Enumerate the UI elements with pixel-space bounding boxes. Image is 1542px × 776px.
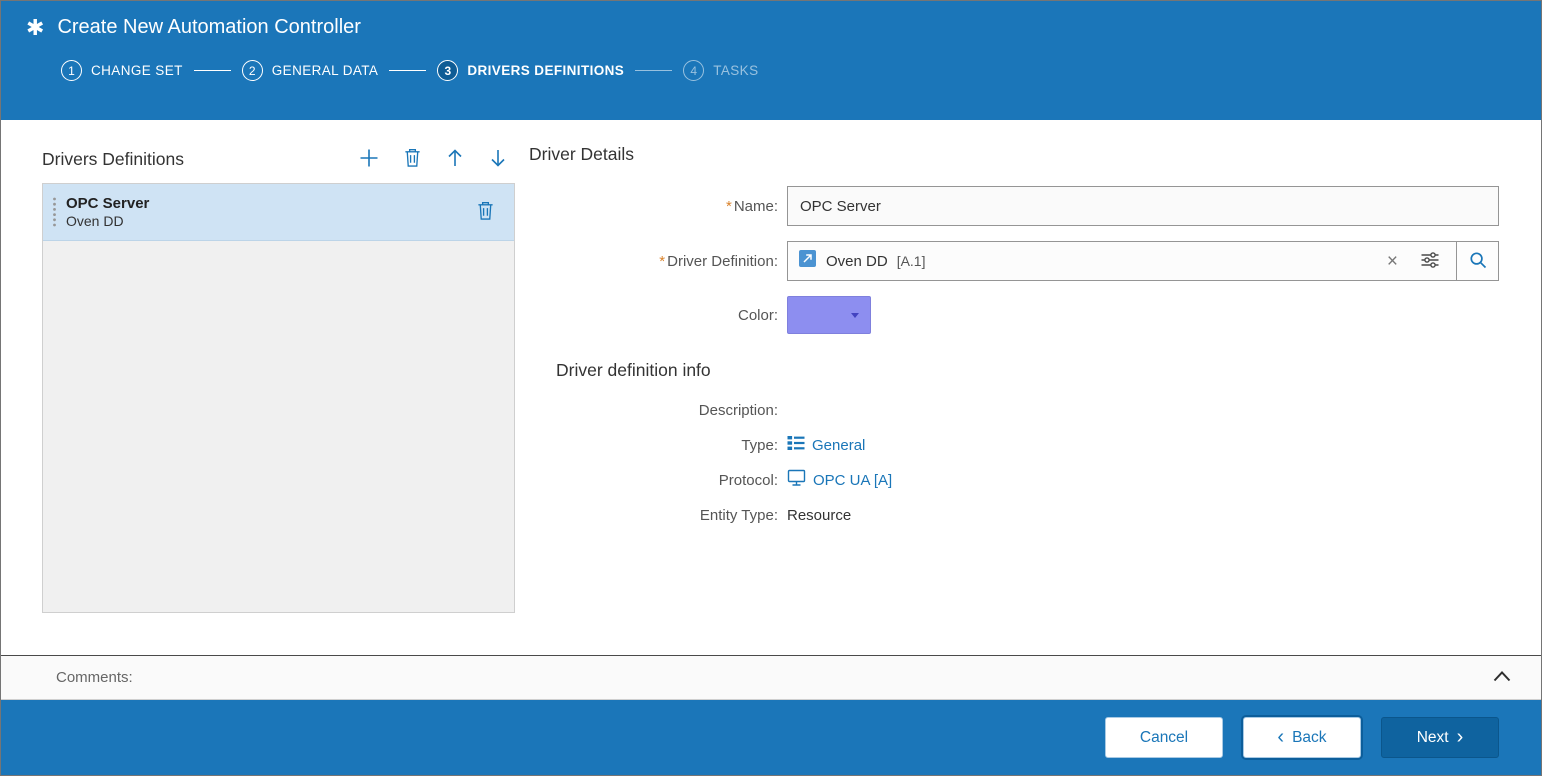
drag-handle[interactable] — [45, 196, 63, 228]
driver-item-subtitle: Oven DD — [66, 213, 149, 229]
monitor-icon — [787, 469, 806, 491]
type-row: Type: General — [529, 433, 1499, 457]
step-2-circle: 2 — [242, 60, 263, 81]
page-title: Create New Automation Controller — [57, 16, 360, 39]
main-content: Drivers Definitions — [1, 120, 1541, 655]
comments-label: Comments: — [56, 669, 133, 686]
color-row: Color: — [529, 296, 1499, 334]
step-tasks: 4 TASKS — [683, 60, 758, 81]
cancel-button[interactable]: Cancel — [1105, 717, 1223, 758]
entity-type-value: Resource — [787, 507, 851, 524]
item-delete-button[interactable] — [476, 200, 495, 224]
wizard-header: ✱ Create New Automation Controller 1 CHA… — [1, 1, 1541, 120]
list-type-icon — [787, 435, 805, 455]
step-3-label: DRIVERS DEFINITIONS — [467, 63, 624, 78]
protocol-value: OPC UA [A] — [813, 472, 892, 489]
back-button[interactable]: ‹ Back — [1243, 717, 1361, 758]
driver-details-title: Driver Details — [529, 144, 1499, 165]
driver-definition-row: *Driver Definition: Oven DD [A.1] × — [529, 241, 1499, 281]
step-connector — [389, 70, 426, 71]
driver-definition-revision: [A.1] — [897, 253, 926, 269]
driver-definition-info-title: Driver definition info — [556, 360, 1499, 381]
sliders-icon — [1420, 251, 1440, 272]
next-button-label: Next — [1417, 729, 1449, 747]
chevron-left-icon: ‹ — [1277, 727, 1284, 747]
driver-definition-value: Oven DD — [826, 253, 888, 270]
clear-icon[interactable]: × — [1380, 252, 1405, 271]
chevron-right-icon: › — [1457, 727, 1464, 747]
comments-bar: Comments: — [1, 655, 1541, 700]
color-picker-button[interactable] — [787, 296, 871, 334]
search-icon — [1468, 250, 1488, 273]
driver-list-item-selected[interactable]: OPC Server Oven DD — [43, 184, 514, 241]
driver-details-panel: Driver Details *Name: *Driver Definition… — [515, 144, 1541, 655]
description-row: Description: — [529, 398, 1499, 422]
drivers-toolbar — [357, 147, 515, 171]
driver-item-name: OPC Server — [66, 195, 149, 212]
revision-item-icon — [798, 249, 817, 273]
drivers-panel-header: Drivers Definitions — [42, 144, 515, 174]
chevron-up-icon — [1493, 670, 1511, 685]
filter-settings-button[interactable] — [1414, 251, 1446, 272]
drivers-panel-title: Drivers Definitions — [42, 149, 184, 170]
asterisk-icon: ✱ — [26, 17, 44, 39]
comments-collapse-button[interactable] — [1489, 666, 1515, 689]
driver-definition-picker: Oven DD [A.1] × — [787, 241, 1499, 281]
protocol-value-link[interactable]: OPC UA [A] — [787, 469, 892, 491]
entity-type-label: Entity Type: — [529, 507, 787, 524]
step-connector — [194, 70, 231, 71]
wizard-footer: Cancel ‹ Back Next › — [1, 700, 1541, 775]
wizard-title-row: ✱ Create New Automation Controller — [26, 16, 1541, 39]
name-label: *Name: — [529, 198, 787, 215]
trash-icon — [403, 147, 422, 171]
driver-item-text: OPC Server Oven DD — [66, 195, 149, 229]
type-value-link[interactable]: General — [787, 435, 865, 455]
step-change-set[interactable]: 1 CHANGE SET — [61, 60, 183, 81]
step-4-label: TASKS — [713, 63, 758, 78]
move-down-button[interactable] — [486, 147, 510, 171]
drivers-definitions-panel: Drivers Definitions — [42, 144, 515, 655]
step-general-data[interactable]: 2 GENERAL DATA — [242, 60, 379, 81]
arrow-up-icon — [446, 148, 464, 171]
name-input[interactable] — [787, 186, 1499, 226]
move-up-button[interactable] — [443, 147, 467, 171]
trash-icon — [476, 200, 495, 224]
name-row: *Name: — [529, 186, 1499, 226]
required-marker: * — [659, 253, 665, 270]
step-4-circle: 4 — [683, 60, 704, 81]
entity-type-row: Entity Type: Resource — [529, 503, 1499, 527]
description-label: Description: — [529, 402, 787, 419]
color-label: Color: — [529, 307, 787, 324]
type-value: General — [812, 437, 865, 454]
arrow-down-icon — [489, 148, 507, 171]
delete-driver-button[interactable] — [400, 147, 424, 171]
wizard-steps: 1 CHANGE SET 2 GENERAL DATA 3 DRIVERS DE… — [61, 60, 1541, 81]
step-1-circle: 1 — [61, 60, 82, 81]
add-driver-button[interactable] — [357, 147, 381, 171]
next-button[interactable]: Next › — [1381, 717, 1499, 758]
cancel-button-label: Cancel — [1140, 729, 1188, 747]
protocol-row: Protocol: OPC UA [A] — [529, 468, 1499, 492]
plus-icon — [358, 147, 380, 172]
search-button[interactable] — [1456, 242, 1498, 280]
type-label: Type: — [529, 437, 787, 454]
back-button-label: Back — [1292, 729, 1326, 747]
step-drivers-definitions[interactable]: 3 DRIVERS DEFINITIONS — [437, 60, 624, 81]
step-connector — [635, 70, 672, 71]
chevron-down-icon — [851, 313, 859, 318]
create-automation-controller-wizard: ✱ Create New Automation Controller 1 CHA… — [0, 0, 1542, 776]
step-1-label: CHANGE SET — [91, 63, 183, 78]
drivers-list: OPC Server Oven DD — [42, 183, 515, 613]
step-3-circle: 3 — [437, 60, 458, 81]
required-marker: * — [726, 198, 732, 215]
driver-definition-label: *Driver Definition: — [529, 253, 787, 270]
protocol-label: Protocol: — [529, 472, 787, 489]
driver-definition-combobox[interactable]: Oven DD [A.1] × — [788, 242, 1456, 280]
step-2-label: GENERAL DATA — [272, 63, 379, 78]
